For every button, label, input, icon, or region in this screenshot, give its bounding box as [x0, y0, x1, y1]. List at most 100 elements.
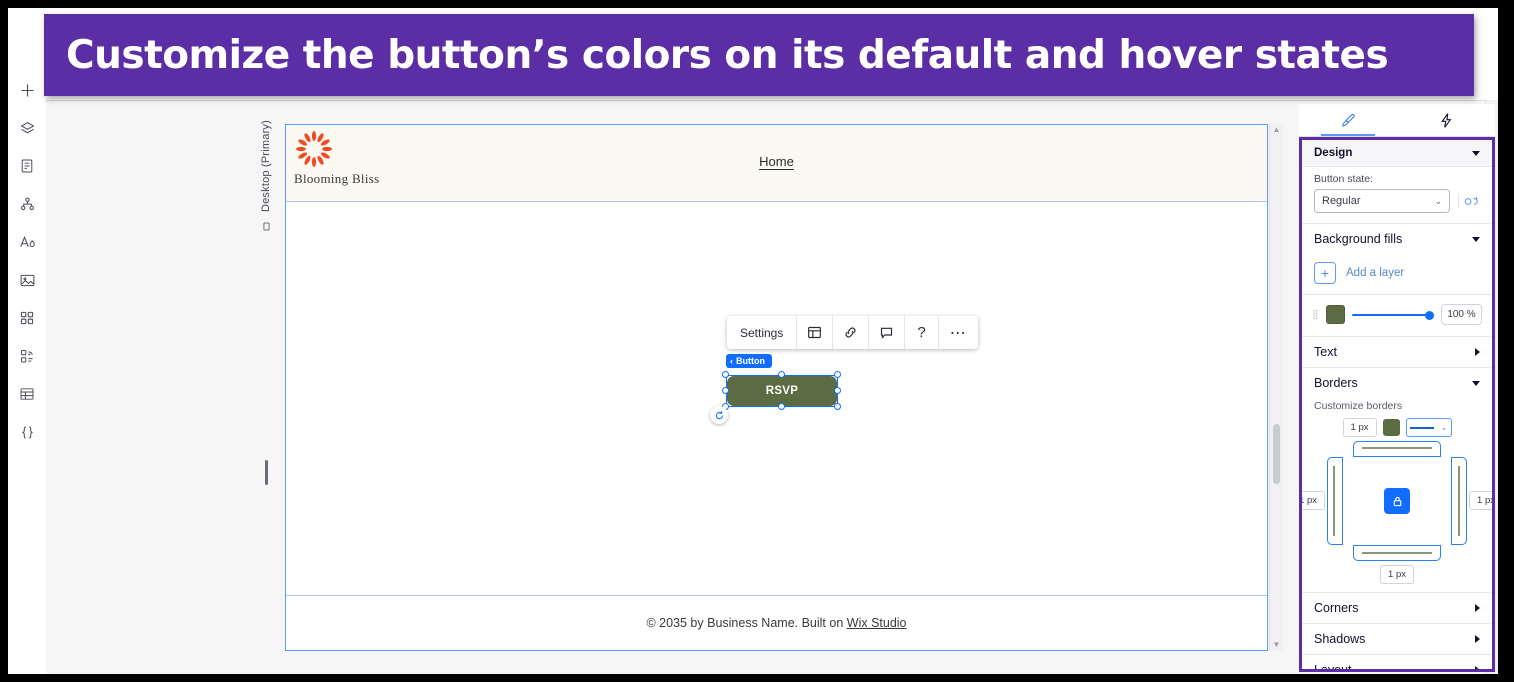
- shadows-section: Shadows: [1302, 624, 1492, 655]
- opacity-slider[interactable]: [1352, 308, 1434, 322]
- sync-states-icon[interactable]: [1458, 193, 1480, 209]
- add-layer-row[interactable]: + Add a layer: [1302, 254, 1492, 294]
- opacity-slider-knob[interactable]: [1425, 310, 1434, 320]
- element-toolbar: Settings ? ⋯: [727, 316, 978, 349]
- border-width-input[interactable]: 1 px: [1342, 418, 1377, 437]
- selection-back-chevron: ‹: [730, 356, 733, 366]
- text-section-header[interactable]: Text: [1302, 337, 1492, 367]
- selection-label[interactable]: ‹ Button: [726, 354, 772, 368]
- add-layer-label[interactable]: Add a layer: [1346, 267, 1404, 279]
- screenshot-root: Desktop (Primary) Blooming Bliss Home © …: [0, 0, 1514, 682]
- blog-icon[interactable]: [15, 344, 39, 368]
- chevron-right-icon: [1475, 666, 1480, 669]
- border-sides-widget: 1 px 1 px: [1302, 441, 1492, 561]
- layout-section-header[interactable]: Layout: [1302, 655, 1492, 672]
- background-fills-section: Background fills + Add a layer: [1302, 224, 1492, 295]
- design-tab[interactable]: [1299, 104, 1397, 136]
- layout-section-title: Layout: [1314, 663, 1352, 672]
- fill-color-swatch[interactable]: [1326, 305, 1345, 324]
- design-section-header[interactable]: Design: [1302, 140, 1492, 166]
- border-left-edge[interactable]: [1327, 457, 1343, 545]
- button-state-section: Button state: Regular ⌄: [1302, 167, 1492, 224]
- shadows-section-header[interactable]: Shadows: [1302, 624, 1492, 654]
- layout-icon[interactable]: [797, 316, 834, 349]
- callout-banner-text: Customize the button’s colors on its def…: [66, 32, 1389, 78]
- text-section-title: Text: [1314, 345, 1337, 359]
- apps-icon[interactable]: [15, 306, 39, 330]
- borders-section-title: Borders: [1314, 376, 1358, 390]
- help-icon[interactable]: ?: [905, 316, 939, 349]
- settings-button[interactable]: Settings: [727, 316, 798, 349]
- corners-section-header[interactable]: Corners: [1302, 593, 1492, 623]
- border-top-preview: [1362, 447, 1432, 449]
- more-options-icon[interactable]: ⋯: [939, 316, 978, 349]
- border-controls-row: 1 px ⌄: [1314, 418, 1480, 437]
- shadows-section-title: Shadows: [1314, 632, 1366, 646]
- corners-section: Corners: [1302, 593, 1492, 624]
- text-icon[interactable]: [15, 230, 39, 254]
- image-icon[interactable]: [15, 268, 39, 292]
- brush-icon: [1341, 113, 1355, 127]
- chevron-down-icon: [1472, 380, 1480, 386]
- background-fills-header[interactable]: Background fills: [1302, 224, 1492, 254]
- pages-icon[interactable]: [15, 154, 39, 178]
- drag-grip-icon[interactable]: ⣿: [1312, 310, 1319, 319]
- chevron-right-icon: [1475, 635, 1480, 643]
- chevron-down-icon: [1472, 236, 1480, 242]
- resize-handle-br[interactable]: [834, 403, 841, 410]
- link-icon[interactable]: [833, 316, 870, 349]
- border-top-edge[interactable]: [1353, 441, 1441, 457]
- interactions-tab[interactable]: [1397, 104, 1495, 136]
- solid-line-icon: [1409, 426, 1434, 429]
- corners-section-title: Corners: [1314, 601, 1359, 615]
- left-toolbar: [8, 68, 46, 668]
- border-right-preview: [1458, 466, 1460, 536]
- border-style-select[interactable]: ⌄: [1405, 418, 1452, 437]
- background-fills-title: Background fills: [1314, 232, 1403, 246]
- layers-icon[interactable]: [15, 116, 39, 140]
- borders-section-header[interactable]: Borders: [1302, 368, 1492, 398]
- footer-prefix: © 2035 by Business Name. Built on: [646, 616, 847, 630]
- resize-handle-tr[interactable]: [834, 371, 841, 378]
- canvas-resize-handle[interactable]: [265, 460, 268, 485]
- site-structure-icon[interactable]: [15, 192, 39, 216]
- cms-table-icon[interactable]: [15, 382, 39, 406]
- resize-handle-ml[interactable]: [722, 387, 729, 394]
- scroll-down-arrow[interactable]: ▼: [1273, 641, 1281, 649]
- fill-layer-row: ⣿ 100 %: [1302, 295, 1492, 337]
- border-right-edge[interactable]: [1451, 457, 1467, 545]
- panel-tabs: [1299, 104, 1495, 137]
- border-right-input[interactable]: 1 px: [1469, 491, 1492, 510]
- border-left-preview: [1333, 466, 1335, 536]
- resize-handle-mr[interactable]: [834, 387, 841, 394]
- add-layer-plus-icon[interactable]: +: [1314, 262, 1336, 284]
- wix-editor-window: Desktop (Primary) Blooming Bliss Home © …: [8, 8, 1498, 674]
- dev-mode-icon[interactable]: [15, 420, 39, 444]
- lightning-icon: [1440, 112, 1451, 128]
- add-icon[interactable]: [15, 78, 39, 102]
- opacity-value[interactable]: 100 %: [1441, 304, 1482, 325]
- border-bottom-input[interactable]: 1 px: [1380, 565, 1414, 584]
- tooltip-icon[interactable]: [869, 316, 906, 349]
- resize-handle-tl[interactable]: [722, 371, 729, 378]
- canvas-scrollbar[interactable]: ▲ ▼: [1269, 124, 1283, 651]
- rotate-handle[interactable]: [710, 406, 728, 424]
- design-section: Design: [1302, 140, 1492, 167]
- text-section: Text: [1302, 337, 1492, 368]
- scrollbar-thumb[interactable]: [1273, 424, 1280, 484]
- border-color-swatch[interactable]: [1382, 419, 1400, 436]
- stage-label-text: Desktop (Primary): [260, 120, 272, 213]
- border-bottom-edge[interactable]: [1353, 545, 1441, 561]
- scroll-up-arrow[interactable]: ▲: [1273, 126, 1281, 134]
- footer-link-wix-studio[interactable]: Wix Studio: [847, 616, 907, 630]
- button-state-select[interactable]: Regular ⌄: [1314, 189, 1450, 213]
- resize-handle-tc[interactable]: [778, 371, 785, 378]
- resize-handle-bc[interactable]: [778, 403, 785, 410]
- chevron-down-icon: ⌄: [1440, 423, 1448, 432]
- lock-icon[interactable]: [1384, 488, 1410, 514]
- site-footer: © 2035 by Business Name. Built on Wix St…: [286, 596, 1267, 650]
- chevron-right-icon: [1475, 604, 1480, 612]
- chevron-down-icon: [1472, 150, 1480, 156]
- nav-link-home[interactable]: Home: [286, 154, 1267, 169]
- border-left-input[interactable]: 1 px: [1302, 491, 1325, 510]
